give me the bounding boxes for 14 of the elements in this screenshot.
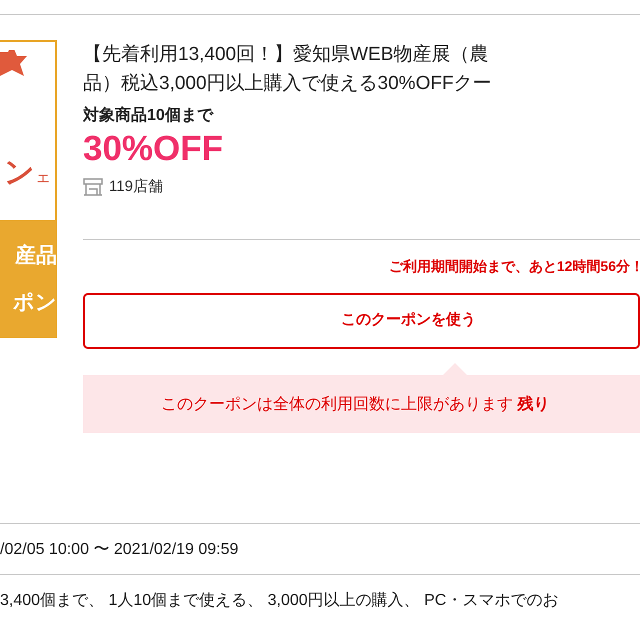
thumbnail-text: ン (4, 156, 35, 189)
coupon-title: 品）税込3,000円以上購入で使える30%OFFクー (83, 72, 493, 96)
store-count: 119店舗 (109, 177, 163, 197)
store-icon (83, 178, 103, 196)
use-coupon-button[interactable]: このクーポンを使う (83, 292, 640, 348)
thumbnail-text: 産品 (15, 244, 57, 268)
usage-conditions: 3,400個まで、 1人10個まで使える、 3,000円以上の購入、 PC・スマホでのお (0, 590, 560, 610)
thumbnail-text: ェ (35, 169, 51, 186)
coupon-title: 【先着利用13,400回！】愛知県WEB物産展（農 (83, 42, 490, 67)
notice-text: このクーポンは全体の利用回数に上限があります 残り (161, 396, 550, 412)
discount-text: 30%OFF (83, 128, 224, 170)
countdown-text: ご利用期間開始まで、あと12時間56分！ (388, 256, 640, 276)
thumbnail-text: ポン (13, 290, 57, 314)
validity-period: /02/05 10:00 〜 2021/02/19 09:59 (0, 540, 240, 560)
